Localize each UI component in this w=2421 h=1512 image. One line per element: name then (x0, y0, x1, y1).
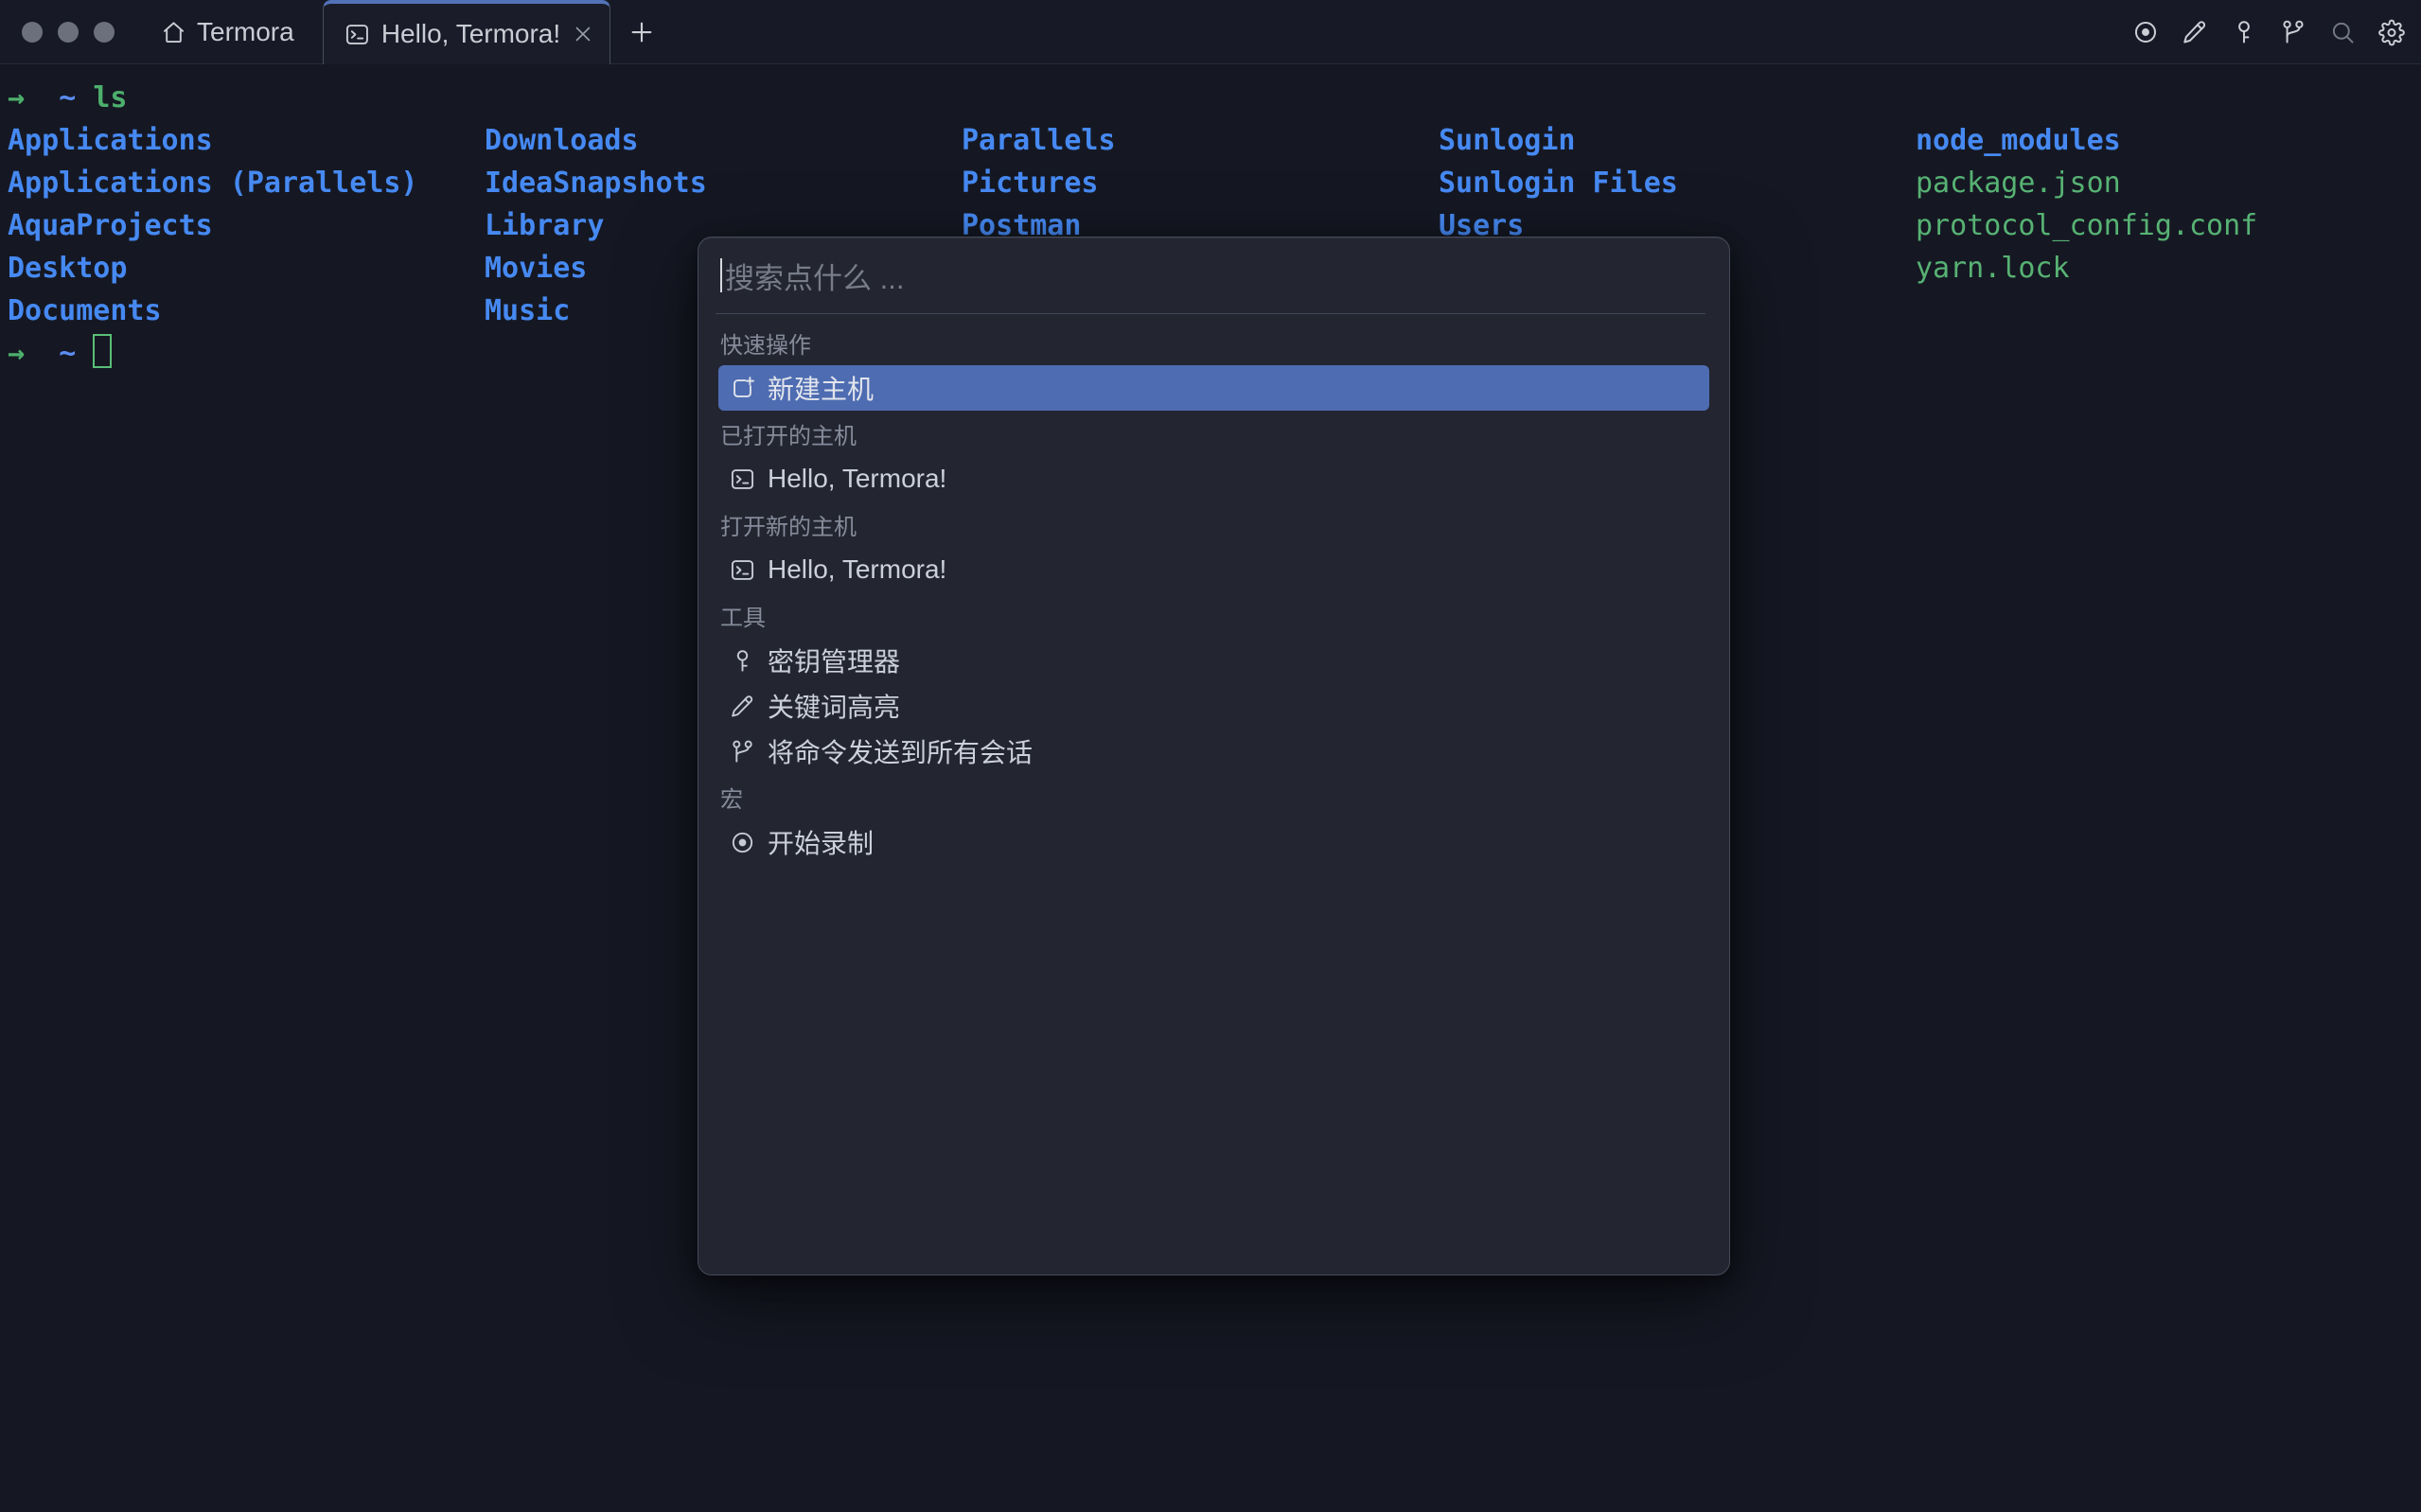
ls-column: Applications Applications (Parallels) Aqua… (8, 119, 417, 332)
terminal-icon (345, 22, 370, 47)
palette-section-header: 打开新的主机 (720, 514, 857, 540)
branch-icon (2280, 19, 2306, 45)
close-window-button[interactable] (22, 22, 43, 43)
palette-item[interactable]: 密钥管理器 (718, 638, 1709, 683)
prompt-path: ~ (59, 81, 77, 114)
search-icon (2329, 19, 2356, 45)
palette-item-label: Hello, Termora! (768, 464, 947, 493)
palette-item[interactable]: Hello, Termora! (718, 547, 1709, 592)
settings-icon (2378, 19, 2405, 46)
record-icon (730, 830, 755, 855)
palette-list: 快速操作新建主机已打开的主机 Hello, Termora! 打开新的主机 Hello… (698, 314, 1729, 865)
palette-item-label: Hello, Termora! (768, 554, 947, 584)
titlebar: Termora Hello, Termora! (0, 0, 2421, 64)
close-tab-icon[interactable] (572, 23, 594, 45)
key-icon (2231, 19, 2257, 45)
palette-item-label: 将命令发送到所有会话 (768, 738, 1034, 767)
palette-section-header: 已打开的主机 (720, 423, 857, 449)
terminal-icon (730, 557, 755, 583)
ls-entry-dir: IdeaSnapshots (485, 167, 707, 200)
ls-entry-dir: Movies (485, 252, 588, 285)
ls-entry-dir: Parallels (962, 124, 1116, 157)
palette-item[interactable]: 新建主机 (718, 365, 1709, 411)
new-host-icon (730, 376, 755, 401)
ls-column: node_modules package.json protocol_config.… (1916, 119, 2257, 290)
palette-item-label: 密钥管理器 (768, 647, 901, 677)
home-tab-label: Termora (197, 17, 294, 46)
prompt-arrow: → (8, 337, 26, 370)
palette-item[interactable]: Hello, Termora! (718, 456, 1709, 501)
prompt-line: → ~ ls (0, 77, 2421, 119)
prompt-arrow: → (8, 81, 26, 114)
command-palette: 搜索点什么 ... 快速操作新建主机已打开的主机 Hello, Termora! 打… (698, 237, 1730, 1275)
prompt-path: ~ (59, 337, 77, 370)
tab-title: Hello, Termora! (380, 19, 561, 48)
ls-entry-dir: Desktop (8, 252, 128, 285)
search-input[interactable]: 搜索点什么 ... (698, 237, 1729, 313)
ls-entry-dir: Applications (8, 124, 213, 157)
palette-section-header: 快速操作 (720, 332, 811, 359)
ls-entry-dir: Downloads (485, 124, 639, 157)
edit-icon (2182, 19, 2208, 45)
palette-item-label: 开始录制 (768, 829, 875, 858)
record-button[interactable] (2132, 19, 2159, 45)
ls-entry-dir: Library (485, 209, 605, 242)
tab-home[interactable]: Termora (161, 0, 294, 64)
ls-entry-file: protocol_config.conf (1916, 209, 2258, 242)
record-icon (2132, 19, 2159, 45)
minimize-window-button[interactable] (58, 22, 79, 43)
ls-entry-dir: Pictures (962, 167, 1099, 200)
broadcast-button[interactable] (2280, 19, 2306, 45)
palette-item[interactable]: 将命令发送到所有会话 (718, 729, 1709, 774)
ls-column: Sunlogin Sunlogin Files Users (1439, 119, 1678, 247)
traffic-lights (22, 0, 115, 64)
branch-icon (730, 739, 755, 765)
ls-column: Downloads IdeaSnapshots Library Movies Music (485, 119, 707, 332)
terminal-cursor (93, 334, 113, 368)
home-icon (161, 20, 186, 45)
ls-entry-dir: AquaProjects (8, 209, 213, 242)
ls-entry-dir: Sunlogin (1439, 124, 1576, 157)
text-caret (720, 258, 722, 292)
tab-hello-termora[interactable]: Hello, Termora! (323, 0, 610, 64)
toolbar (2132, 0, 2405, 64)
palette-item-label: 新建主机 (768, 375, 875, 404)
plus-icon (627, 18, 656, 46)
search-button[interactable] (2329, 19, 2356, 45)
settings-button[interactable] (2378, 19, 2405, 45)
ls-entry-dir: Sunlogin Files (1439, 167, 1678, 200)
palette-item[interactable]: 关键词高亮 (718, 683, 1709, 729)
palette-section-header: 工具 (720, 605, 766, 631)
ls-entry-file: package.json (1916, 167, 2121, 200)
terminal-icon (730, 466, 755, 492)
ls-entry-dir: Music (485, 294, 571, 327)
palette-item[interactable]: 开始录制 (718, 819, 1709, 865)
maximize-window-button[interactable] (94, 22, 115, 43)
ls-column: Parallels Pictures Postman (962, 119, 1116, 247)
palette-item-label: 关键词高亮 (768, 693, 901, 722)
search-placeholder: 搜索点什么 ... (725, 261, 905, 295)
ls-entry-dir: Applications (Parallels) (8, 167, 418, 200)
key-manager-button[interactable] (2231, 19, 2257, 45)
edit-button[interactable] (2182, 19, 2208, 45)
ls-entry-file: yarn.lock (1916, 252, 2070, 285)
prompt-command: ls (93, 81, 128, 114)
key-icon (730, 648, 755, 674)
ls-entry-dir: node_modules (1916, 124, 2121, 157)
ls-entry-dir: Documents (8, 294, 162, 327)
pencil-icon (730, 694, 755, 719)
palette-section-header: 宏 (720, 786, 743, 813)
new-tab-button[interactable] (625, 15, 659, 49)
